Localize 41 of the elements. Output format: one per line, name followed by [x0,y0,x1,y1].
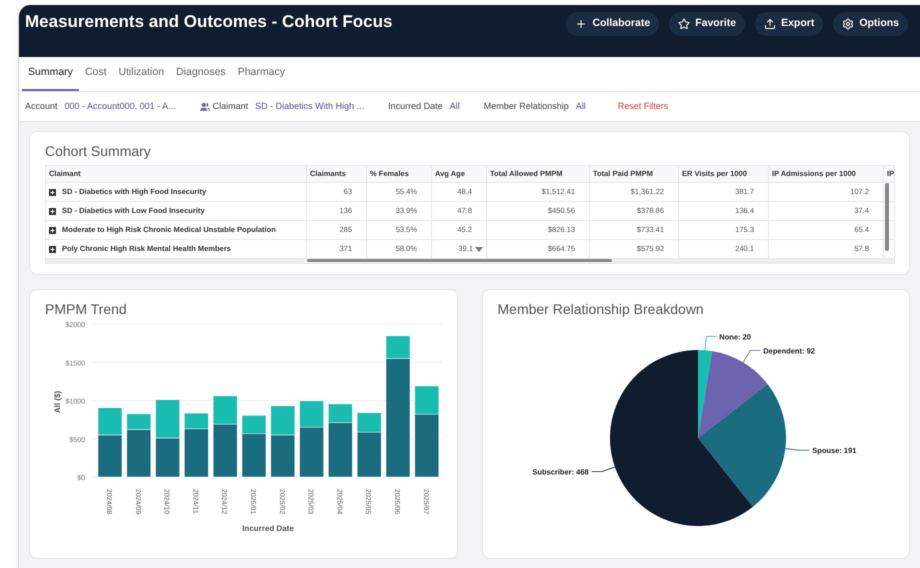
expand-icon[interactable] [49,208,56,214]
header-button[interactable]: Collaborate [566,12,660,36]
expand-icon[interactable] [49,188,56,196]
filter-label: Claimant [212,100,248,113]
expand-icon[interactable] [49,246,56,252]
upload-icon [764,18,776,30]
bar [155,399,180,438]
leader-line [590,466,615,472]
card-title: Member Relationship Breakdown [496,300,705,318]
filter-label: Member Relationship [484,100,569,113]
filter-label: Incurred Date [388,100,443,113]
axis-title: Incurred Date [242,524,294,533]
tab[interactable]: Cost [78,57,113,91]
scrollbar[interactable] [307,259,612,262]
axis-title: All ($) [53,390,62,414]
header-button[interactable]: Export [755,12,824,36]
filter-label: Account [25,100,58,113]
card-title: PMPM Trend [44,300,128,318]
expand-icon[interactable] [49,226,56,234]
header-button[interactable]: Favorite [669,12,746,36]
card-title: Cohort Summary [45,142,152,160]
filter-value[interactable]: All [450,100,460,114]
filter-value[interactable]: 000 - Account000, 001 - A... [64,100,176,114]
header-button[interactable]: Options [833,12,908,36]
filter-value[interactable]: SD - Diabetics With High ... [255,100,364,114]
leader-line [784,448,810,451]
star-icon [678,18,690,30]
caret-icon[interactable] [475,246,483,252]
filter-value[interactable]: All [576,100,586,114]
settings-icon [842,18,854,30]
tab[interactable]: Diagnoses [170,57,232,91]
bar [155,438,180,478]
scrollbar[interactable] [885,183,889,251]
tab[interactable]: Pharmacy [232,57,291,91]
leader-line [704,336,716,351]
people-icon [200,102,210,112]
plus-icon [575,18,588,30]
reset-filters-link[interactable]: Reset Filters [618,100,668,114]
page-title: Measurements and Outcomes - Cohort Focus [25,11,392,33]
tab[interactable]: Utilization [112,57,170,91]
leader-line [742,350,760,363]
